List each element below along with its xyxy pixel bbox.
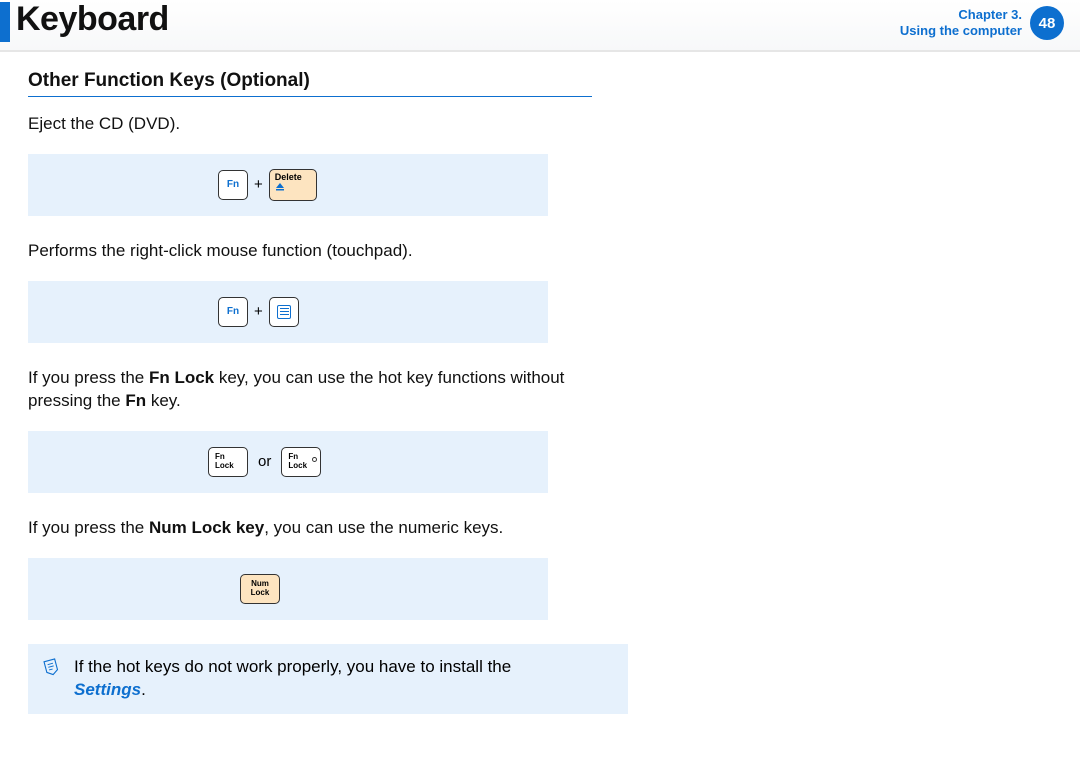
page-title: Keyboard (16, 0, 169, 39)
delete-eject-key: Delete (269, 169, 317, 201)
accent-bar (0, 2, 10, 42)
text: , you can use the numeric keys. (264, 518, 503, 537)
text: If you press the (28, 368, 149, 387)
fn-key: Fn (218, 170, 248, 200)
note-text: If the hot keys do not work properly, yo… (74, 656, 511, 702)
delete-label: Delete (275, 173, 302, 182)
led-indicator-icon (312, 457, 317, 462)
section-heading: Other Function Keys (Optional) (28, 70, 592, 97)
content-column: Other Function Keys (Optional) Eject the… (0, 52, 620, 732)
eject-keybox: Fn + Delete (28, 154, 548, 216)
page-number-badge: 48 (1030, 6, 1064, 40)
fnlock-key-1: Fn Lock (208, 447, 248, 477)
fnlock-key-2: Fn Lock (281, 447, 321, 477)
fn-key: Fn (218, 297, 248, 327)
header-bar: Keyboard Chapter 3. Using the computer 4… (0, 0, 1080, 52)
fnlock-description: If you press the Fn Lock key, you can us… (28, 367, 592, 413)
text: Lock (251, 589, 270, 598)
plus-symbol: + (254, 176, 263, 193)
chapter-info: Chapter 3. Using the computer 48 (900, 6, 1064, 40)
numlock-key: Num Lock (240, 574, 280, 604)
fn-bold: Fn (125, 391, 146, 410)
context-menu-key (269, 297, 299, 327)
fnlock-bold: Fn Lock (149, 368, 214, 387)
chapter-line1: Chapter 3. (900, 7, 1022, 23)
numlock-keybox: Num Lock (28, 558, 548, 620)
note-icon (42, 656, 64, 683)
eject-description: Eject the CD (DVD). (28, 113, 592, 136)
plus-symbol: + (254, 303, 263, 320)
numlock-bold: Num Lock key (149, 518, 264, 537)
text: Lock (215, 462, 234, 471)
rightclick-description: Performs the right-click mouse function … (28, 240, 592, 263)
fnlock-keybox: Fn Lock or Fn Lock (28, 431, 548, 493)
chapter-line2: Using the computer (900, 23, 1022, 39)
chapter-text: Chapter 3. Using the computer (900, 7, 1022, 40)
context-menu-icon (277, 305, 291, 319)
text: Lock (288, 462, 307, 471)
rightclick-keybox: Fn + (28, 281, 548, 343)
numlock-description: If you press the Num Lock key, you can u… (28, 517, 592, 540)
settings-link: Settings (74, 680, 141, 699)
text: If you press the (28, 518, 149, 537)
or-label: or (258, 453, 271, 470)
text: key. (146, 391, 181, 410)
note-box: If the hot keys do not work properly, yo… (28, 644, 628, 714)
eject-icon (275, 183, 285, 193)
text: . (141, 680, 146, 699)
text: If the hot keys do not work properly, yo… (74, 657, 511, 676)
